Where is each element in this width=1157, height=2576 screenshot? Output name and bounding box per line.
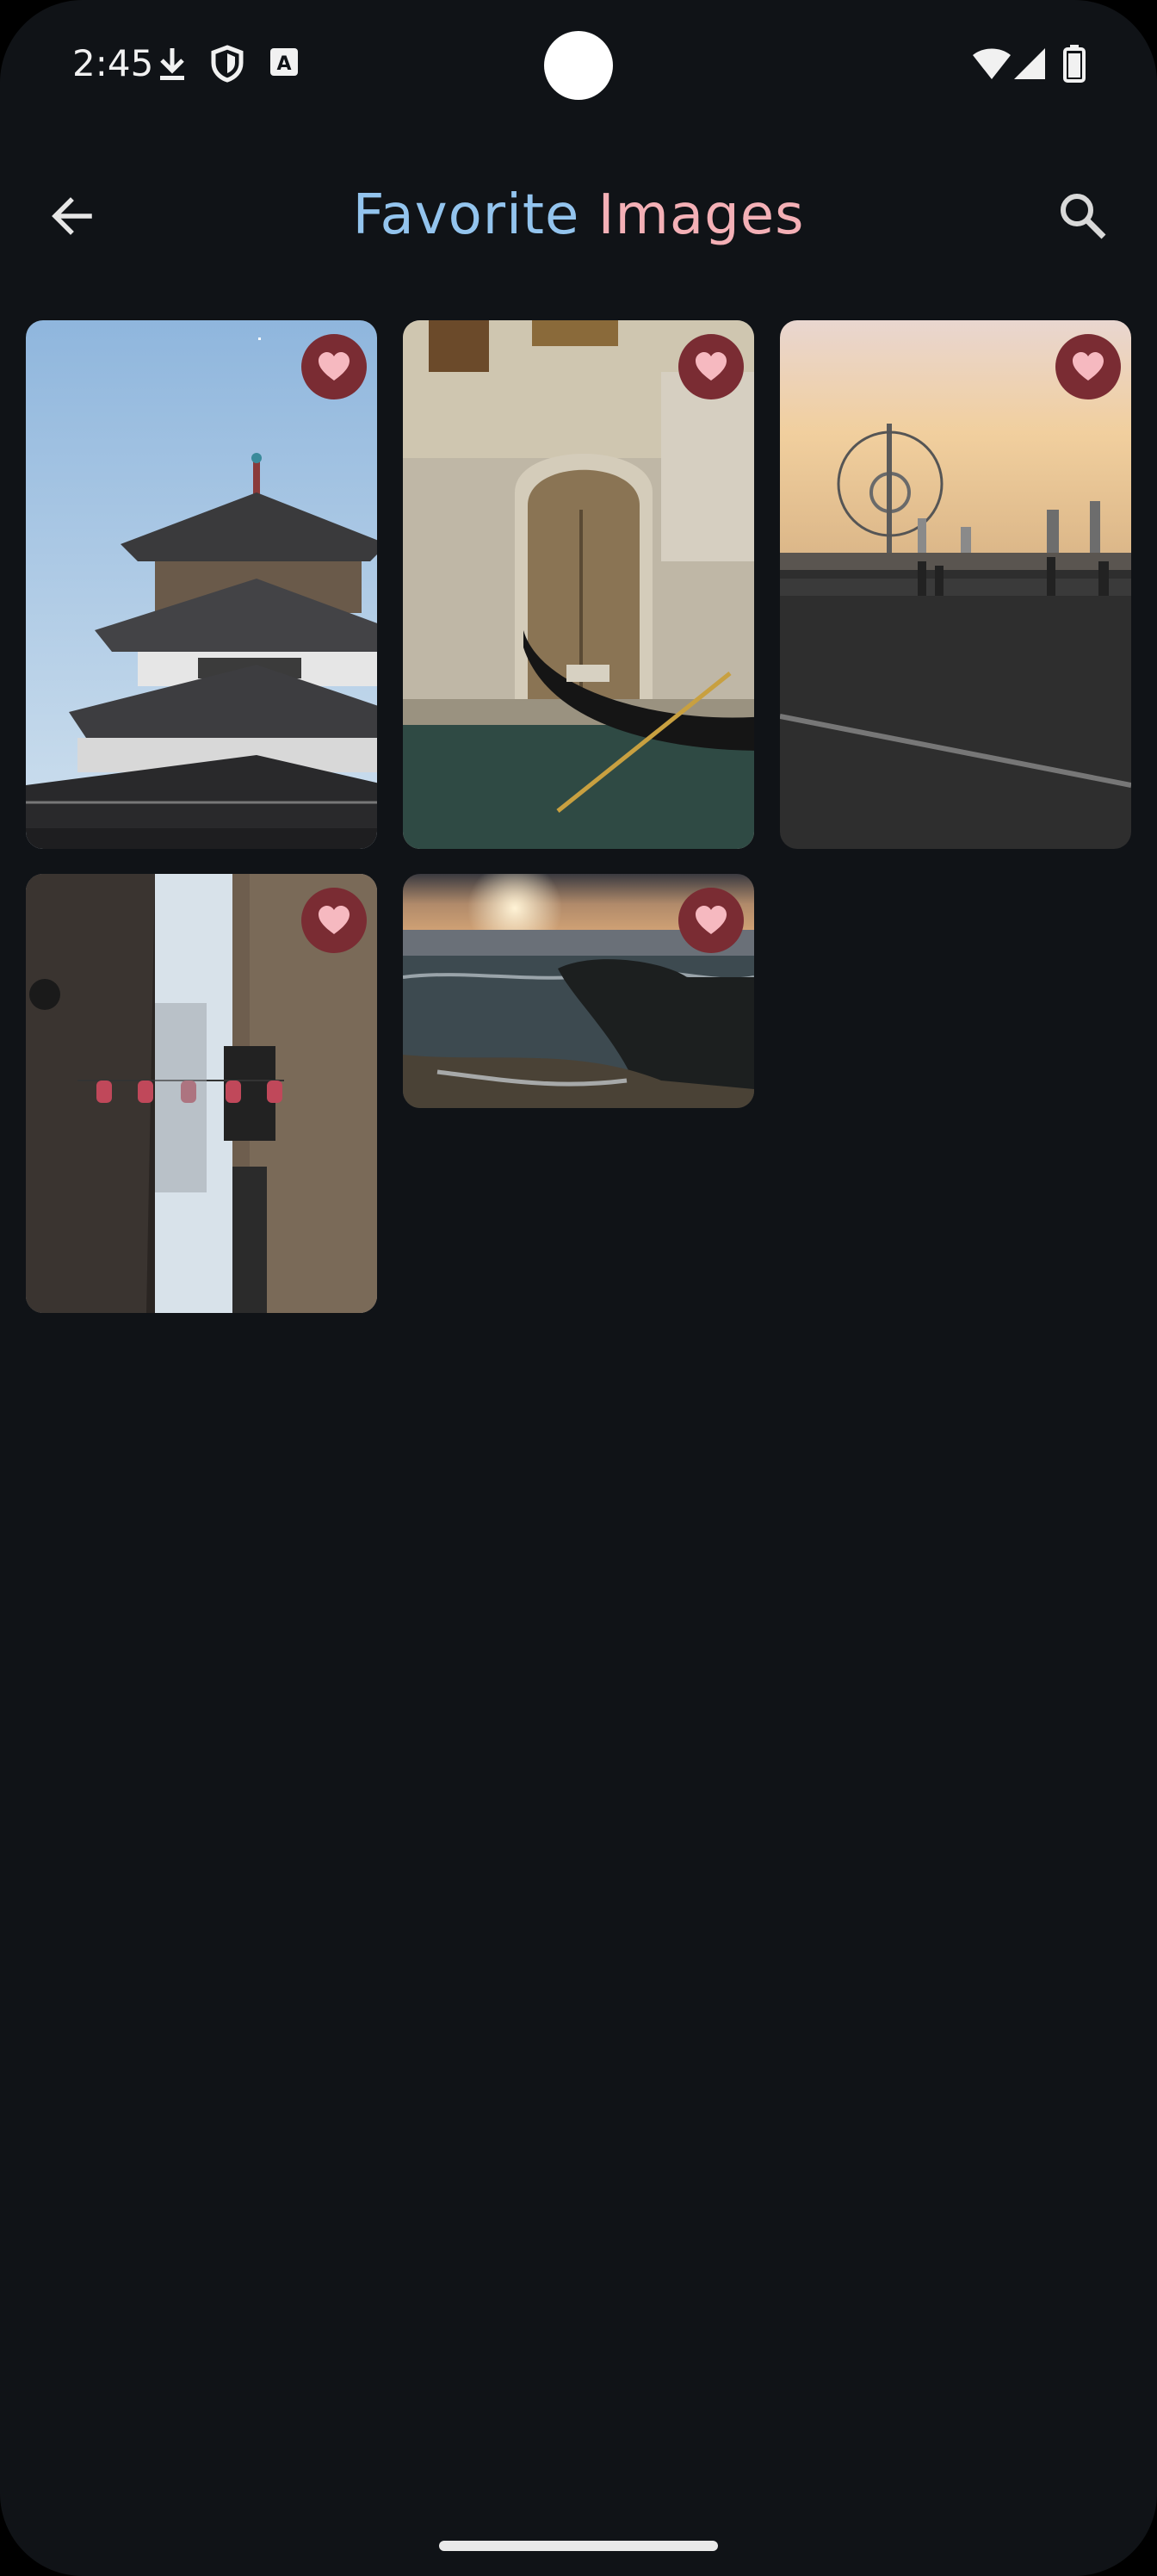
wifi-icon: [971, 46, 1012, 84]
heart-icon: [319, 906, 350, 934]
page-title: Favorite Images: [0, 176, 1157, 254]
heart-icon: [319, 352, 350, 381]
status-time: 2:45: [72, 42, 154, 84]
keyboard-a-icon: A: [269, 45, 300, 83]
svg-text:A: A: [276, 53, 291, 75]
london-photo: [780, 320, 1131, 849]
search-icon: [1061, 194, 1106, 239]
heart-icon: [1073, 352, 1104, 381]
heart-icon: [696, 352, 727, 381]
shield-icon: [210, 45, 244, 86]
image-card-ocean[interactable]: [403, 874, 754, 1108]
favorite-button[interactable]: [301, 888, 367, 953]
download-icon: [155, 45, 189, 86]
search-button[interactable]: [1045, 178, 1121, 254]
app-screen: 2:45 A Favorite Images: [0, 0, 1157, 2576]
image-card-venice[interactable]: [403, 320, 754, 849]
top-app-bar: Favorite Images: [0, 159, 1157, 263]
gesture-home-bar[interactable]: [439, 2541, 718, 2551]
image-card-alley[interactable]: [26, 874, 377, 1313]
venice-photo: [403, 320, 754, 849]
status-bar: 2:45 A: [0, 0, 1157, 129]
heart-icon: [696, 906, 727, 934]
camera-cutout: [544, 31, 613, 100]
favorite-button[interactable]: [678, 888, 744, 953]
favorite-button[interactable]: [678, 334, 744, 399]
image-card-pagoda[interactable]: [26, 320, 377, 849]
title-images: Images: [597, 183, 805, 247]
battery-icon: [1062, 45, 1086, 86]
signal-icon: [1012, 46, 1047, 84]
favorite-button[interactable]: [301, 334, 367, 399]
favorite-button[interactable]: [1055, 334, 1121, 399]
pagoda-photo: [26, 320, 377, 849]
title-favorite: Favorite: [352, 183, 580, 247]
image-card-london[interactable]: [780, 320, 1131, 849]
